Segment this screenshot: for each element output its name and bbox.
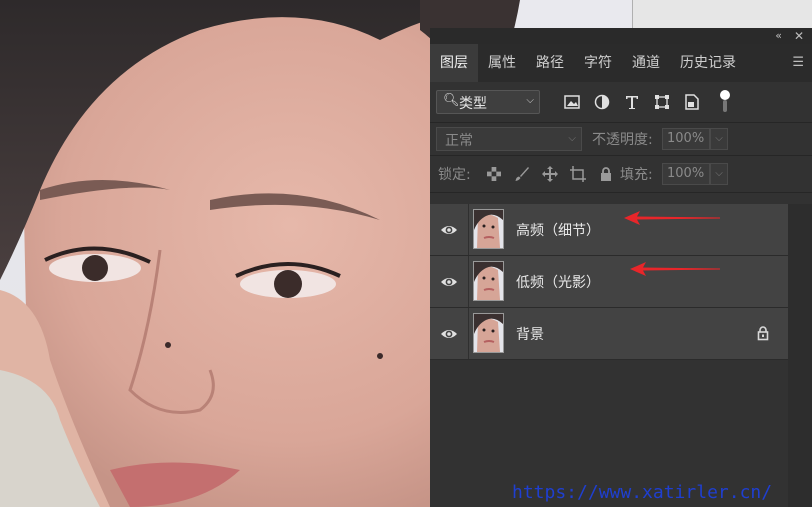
blend-mode-select[interactable]: 正常 ⌵ — [436, 127, 582, 151]
lock-artboard-icon[interactable] — [568, 164, 588, 184]
layer-row[interactable]: 低频（光影） — [430, 256, 788, 308]
eye-icon[interactable] — [440, 221, 458, 239]
smartobject-filter-icon[interactable] — [682, 92, 702, 112]
layer-thumbnail[interactable] — [473, 209, 504, 249]
chevron-down-icon: ⌵ — [568, 133, 576, 144]
tab-paths[interactable]: 路径 — [526, 44, 574, 82]
layers-list: 高频（细节） 低频（光影） 背景 — [430, 204, 788, 360]
filter-toggle[interactable] — [720, 90, 730, 112]
tab-history[interactable]: 历史记录 — [670, 44, 746, 82]
layer-name[interactable]: 背景 — [516, 324, 544, 344]
chevron-down-icon: ⌵ — [526, 95, 534, 106]
layer-thumbnail[interactable] — [473, 313, 504, 353]
layer-row[interactable]: 背景 — [430, 308, 788, 360]
collapse-icon[interactable]: « — [775, 28, 782, 44]
lock-all-icon[interactable] — [596, 164, 616, 184]
search-icon: 🔍︎ — [443, 93, 460, 108]
fill-input[interactable]: 100% — [662, 163, 710, 185]
panel-tabs: 图层 属性 路径 字符 通道 历史记录 ☰ — [430, 44, 812, 82]
annotation-arrow — [630, 262, 720, 276]
fill-dropdown[interactable]: ⌵ — [710, 163, 728, 185]
shape-filter-icon[interactable] — [652, 92, 672, 112]
panel-titlebar: « ✕ — [430, 28, 812, 44]
blend-mode-label: 正常 — [445, 133, 473, 149]
layer-row[interactable]: 高频（细节） — [430, 204, 788, 256]
fill-label: 填充: — [620, 167, 653, 183]
opacity-input[interactable]: 100% — [662, 128, 710, 150]
layers-panel: « ✕ 图层 属性 路径 字符 通道 历史记录 ☰ 🔍︎ 类型 ⌵ 正常 ⌵ 不… — [430, 28, 812, 507]
lock-transparent-icon[interactable] — [484, 164, 504, 184]
lock-position-icon[interactable] — [540, 164, 560, 184]
divider — [430, 192, 812, 193]
type-filter-icon[interactable] — [622, 92, 642, 112]
filter-row: 🔍︎ 类型 ⌵ — [430, 82, 812, 122]
close-icon[interactable]: ✕ — [794, 28, 804, 44]
watermark-text: https://www.xatirler.cn/ — [512, 482, 773, 503]
filter-type-select[interactable]: 🔍︎ 类型 ⌵ — [436, 90, 540, 114]
filter-type-label: 类型 — [459, 96, 487, 112]
lock-icons — [484, 164, 616, 184]
blend-row: 正常 ⌵ 不透明度: 100% ⌵ — [430, 123, 812, 155]
adjustment-filter-icon[interactable] — [592, 92, 612, 112]
eye-icon[interactable] — [440, 273, 458, 291]
layer-name[interactable]: 低频（光影） — [516, 272, 600, 292]
layer-thumbnail[interactable] — [473, 261, 504, 301]
eye-icon[interactable] — [440, 325, 458, 343]
opacity-label: 不透明度: — [592, 132, 653, 148]
layer-name[interactable]: 高频（细节） — [516, 220, 600, 240]
panel-scrollbar[interactable] — [788, 204, 812, 507]
tab-channels[interactable]: 通道 — [622, 44, 670, 82]
opacity-dropdown[interactable]: ⌵ — [710, 128, 728, 150]
tab-character[interactable]: 字符 — [574, 44, 622, 82]
tab-properties[interactable]: 属性 — [478, 44, 526, 82]
canvas-border — [632, 0, 633, 28]
annotation-arrow — [624, 211, 720, 225]
filter-icons — [562, 92, 702, 112]
tab-layers[interactable]: 图层 — [430, 44, 478, 82]
lock-row: 锁定: 填充: 100% ⌵ — [430, 156, 812, 192]
canvas-background — [632, 0, 812, 28]
lock-label: 锁定: — [438, 167, 471, 183]
lock-icon — [757, 326, 769, 341]
panel-menu-icon[interactable]: ☰ — [792, 44, 804, 82]
image-filter-icon[interactable] — [562, 92, 582, 112]
lock-pixels-icon[interactable] — [512, 164, 532, 184]
